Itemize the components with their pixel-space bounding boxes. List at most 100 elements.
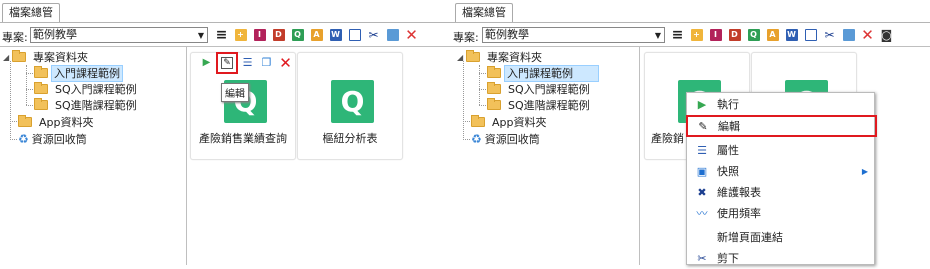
document-icon[interactable] [802, 26, 819, 43]
copy-icon[interactable]: ❐ [259, 55, 274, 70]
project-label: 專案: [2, 31, 28, 44]
folder-icon [466, 50, 480, 62]
tree-node-intro[interactable]: 入門課程範例 [34, 64, 123, 82]
w-icon[interactable]: W [327, 26, 344, 43]
tree-node-recycle-bin[interactable]: ♻ 資源回收筒 [18, 131, 87, 147]
tree-guide [10, 61, 11, 140]
file-explorer-tab[interactable]: 檔案總管 [2, 3, 60, 22]
tree-guide [463, 139, 470, 140]
expand-icon[interactable]: ◢ [3, 50, 12, 65]
report-card[interactable]: Q 樞紐分析表 [297, 52, 403, 160]
menu-icon[interactable]: ≡ [213, 26, 230, 43]
folder-icon [34, 82, 48, 94]
document-icon[interactable] [346, 26, 363, 43]
project-select[interactable]: 範例教學 ▼ [482, 27, 665, 43]
delete-icon[interactable]: ✕ [403, 26, 420, 44]
tree-node-project-root[interactable]: ◢ 專案資料夾 [3, 49, 92, 65]
d-icon[interactable]: D [270, 26, 287, 43]
camera-icon[interactable]: ◙ [878, 26, 895, 43]
expand-icon[interactable]: ◢ [457, 50, 466, 65]
recycle-icon: ♻ [18, 131, 29, 146]
a-icon[interactable]: A [308, 26, 325, 43]
report-card-title: 樞紐分析表 [322, 132, 378, 145]
project-select[interactable]: 範例教學 ▼ [30, 27, 208, 43]
copy-icon[interactable] [384, 26, 401, 43]
tree-node-sq-intro[interactable]: SQ入門課程範例 [34, 81, 141, 97]
tree-node-label: SQ進階課程範例 [508, 98, 590, 112]
new-folder-icon[interactable]: + [688, 26, 705, 43]
toolbar: ≡ + I D Q A W ✂ ✕ [213, 26, 420, 44]
tree-node-project-root[interactable]: ◢ 專案資料夾 [457, 49, 546, 65]
folder-icon [487, 98, 501, 110]
q-icon[interactable]: Q [745, 26, 762, 43]
cut-icon[interactable]: ✂ [821, 26, 838, 43]
snapshot-icon: ▣ [696, 164, 708, 178]
tab-divider [453, 22, 930, 23]
report-card-title: 產險銷售業績查詢 [199, 132, 287, 145]
tree-node-sq-advanced[interactable]: SQ進階課程範例 [487, 97, 594, 113]
tree-node-sq-intro[interactable]: SQ入門課程範例 [487, 81, 594, 97]
tools-icon: ✖ [697, 185, 707, 199]
tree-node-label: 入門課程範例 [504, 64, 599, 82]
tree-node-intro[interactable]: 入門課程範例 [487, 64, 599, 82]
tree-node-app-folder[interactable]: App資料夾 [471, 114, 551, 130]
context-menu-item-maintain-report[interactable]: ✖ 維護報表 [687, 181, 874, 203]
edit-icon: ✎ [221, 56, 233, 69]
delete-icon[interactable]: ✕ [859, 26, 876, 44]
d-icon[interactable]: D [726, 26, 743, 43]
properties-icon[interactable]: ☰ [240, 55, 255, 70]
tree-node-label: SQ入門課程範例 [55, 82, 137, 96]
context-menu-label: 屬性 [717, 144, 739, 157]
tree-guide [479, 73, 486, 74]
tree-node-label: 資源回收筒 [31, 132, 87, 146]
play-icon[interactable]: ▶ [199, 55, 214, 70]
tree-divider [639, 46, 640, 265]
context-menu-label: 快照 [717, 165, 739, 178]
project-label: 專案: [453, 31, 479, 44]
copy-icon[interactable] [840, 26, 857, 43]
tree-guide [479, 89, 486, 90]
context-menu-item-edit[interactable]: ✎ 編輯 [686, 115, 877, 137]
menu-icon[interactable]: ≡ [669, 26, 686, 43]
project-select-value: 範例教學 [485, 28, 529, 41]
tree-divider [186, 46, 187, 265]
new-folder-icon[interactable]: + [232, 26, 249, 43]
delete-icon[interactable]: ✕ [278, 54, 293, 72]
tab-divider [0, 22, 466, 23]
recycle-icon: ♻ [471, 131, 482, 146]
tree-guide [10, 139, 17, 140]
i-icon[interactable]: I [251, 26, 268, 43]
tree-node-recycle-bin[interactable]: ♻ 資源回收筒 [471, 131, 540, 147]
folder-icon [471, 115, 485, 127]
context-menu-item-usage[interactable]: 〰 使用頻率 [687, 202, 874, 224]
tree-guide [26, 73, 33, 74]
submenu-arrow-icon: ▶ [861, 166, 868, 176]
q-icon[interactable]: Q [289, 26, 306, 43]
toolbar: ≡ + I D Q A W ✂ ✕ ◙ [669, 26, 895, 44]
context-menu-item-properties[interactable]: ☰ 屬性 [687, 139, 874, 161]
tree-node-label: SQ進階課程範例 [55, 98, 137, 112]
tree-node-app-folder[interactable]: App資料夾 [18, 114, 98, 130]
file-explorer-tab[interactable]: 檔案總管 [455, 3, 513, 22]
context-menu-label: 維護報表 [717, 186, 761, 199]
chevron-down-icon[interactable]: ▼ [198, 29, 204, 43]
context-menu-item-cut[interactable]: ✂ 剪下 [687, 247, 874, 269]
a-icon[interactable]: A [764, 26, 781, 43]
tree-node-label: 入門課程範例 [51, 64, 123, 82]
edit-button[interactable]: ✎ [216, 51, 238, 74]
card-toolbar: ▶ ✎ ☰ ❐ ✕ [199, 51, 293, 74]
context-menu-label: 執行 [717, 98, 739, 111]
tree-node-label: App資料夾 [39, 115, 94, 129]
context-menu-item-snapshot[interactable]: ▣ 快照 ▶ [687, 160, 874, 182]
cut-icon[interactable]: ✂ [365, 26, 382, 43]
play-icon: ▶ [697, 97, 707, 111]
chevron-down-icon[interactable]: ▼ [655, 29, 661, 43]
context-menu-label: 使用頻率 [717, 207, 761, 220]
context-menu-item-run[interactable]: ▶ 執行 [687, 93, 874, 115]
tree-node-sq-advanced[interactable]: SQ進階課程範例 [34, 97, 141, 113]
tree-guide [479, 105, 486, 106]
i-icon[interactable]: I [707, 26, 724, 43]
tree-node-label: 專案資料夾 [33, 50, 88, 64]
w-icon[interactable]: W [783, 26, 800, 43]
context-menu-item-add-page-link[interactable]: 新增頁面連結 [687, 226, 874, 248]
